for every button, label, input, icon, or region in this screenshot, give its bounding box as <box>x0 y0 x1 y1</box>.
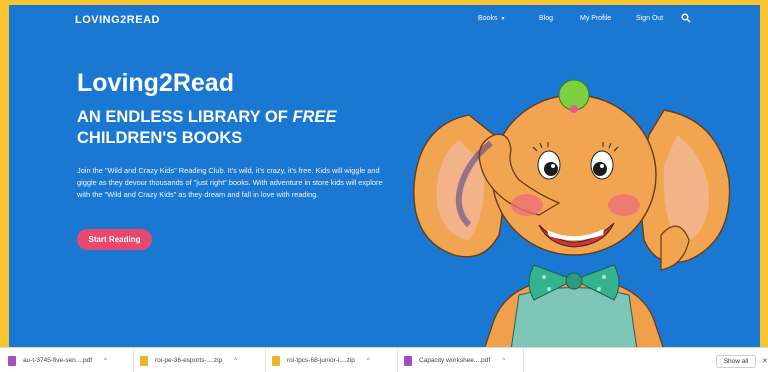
hero-section: LOVING2READ Books ▼ Blog My Profile Sign … <box>9 5 760 347</box>
chevron-up-icon[interactable]: ^ <box>234 358 237 364</box>
elephant-illustration <box>413 79 731 347</box>
caret-down-icon: ▼ <box>500 16 506 22</box>
downloads-bar: au-t-3745-five-sen....pdf ^ roi-pe-36-es… <box>0 347 768 372</box>
hero-subtitle: AN ENDLESS LIBRARY OF FREE CHILDREN'S BO… <box>77 107 387 149</box>
site-logo[interactable]: LOVING2READ <box>75 14 160 26</box>
nav-item-books-label: Books <box>478 15 498 22</box>
nav-item-books[interactable]: Books ▼ <box>478 15 505 22</box>
download-file-name: au-t-3745-five-sen....pdf <box>23 357 93 364</box>
download-item[interactable]: roi-pe-36-esports-....zip ^ <box>140 348 266 372</box>
subtitle-part-1: AN ENDLESS LIBRARY OF <box>77 108 293 126</box>
nav-item-sign-out[interactable]: Sign Out <box>636 15 663 22</box>
page-title: Loving2Read <box>77 69 234 97</box>
download-file-name: roi-pe-36-esports-....zip <box>155 357 223 364</box>
top-navbar: LOVING2READ Books ▼ Blog My Profile Sign … <box>9 5 760 33</box>
close-icon[interactable]: ✕ <box>762 357 768 365</box>
subtitle-emphasis: FREE <box>292 108 337 126</box>
chevron-up-icon[interactable]: ^ <box>367 358 370 364</box>
start-reading-button[interactable]: Start Reading <box>77 229 152 250</box>
pdf-file-icon <box>404 355 412 366</box>
download-file-name: Capacity workshee....pdf <box>419 357 491 364</box>
download-file-name: roi-tpcs-68-junior-i....zip <box>287 357 355 364</box>
search-icon[interactable] <box>681 13 691 23</box>
chevron-up-icon[interactable]: ^ <box>502 358 505 364</box>
hero-description: Join the "Wild and Crazy Kids" Reading C… <box>77 166 383 199</box>
download-item[interactable]: Capacity workshee....pdf ^ <box>404 348 524 372</box>
zip-file-icon <box>272 355 280 366</box>
nav-item-my-profile[interactable]: My Profile <box>580 15 611 22</box>
pdf-file-icon <box>8 355 16 366</box>
nav-item-blog[interactable]: Blog <box>539 15 553 22</box>
show-all-button[interactable]: Show all <box>716 355 756 368</box>
chevron-up-icon[interactable]: ^ <box>104 358 107 364</box>
zip-file-icon <box>140 355 148 366</box>
subtitle-part-2: CHILDREN'S BOOKS <box>77 129 243 147</box>
download-item[interactable]: au-t-3745-five-sen....pdf ^ <box>8 348 134 372</box>
download-item[interactable]: roi-tpcs-68-junior-i....zip ^ <box>272 348 398 372</box>
